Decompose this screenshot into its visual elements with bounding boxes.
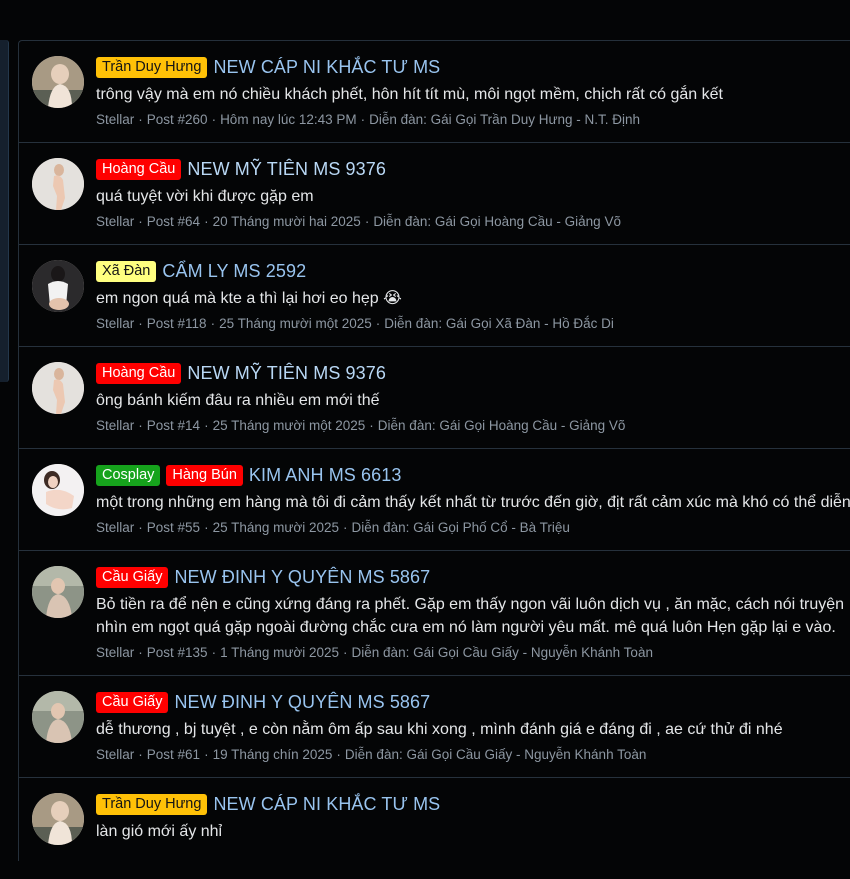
post-snippet: ông bánh kiếm đâu ra nhiều em mới thế: [96, 392, 380, 409]
thread-title-link[interactable]: NEW CÁP NI KHẮC TƯ MS: [213, 57, 440, 78]
prefix-badge[interactable]: Hoàng Cầu: [96, 158, 182, 180]
list-item: Trần Duy Hưng NEW CÁP NI KHẮC TƯ MS làn …: [19, 778, 850, 879]
post-meta: Stellar · Post #135 · 1 Tháng mười 2025 · Diễn…: [96, 645, 653, 660]
avatar[interactable]: [32, 793, 84, 845]
post-snippet: một trong những em hàng mà tôi đi cảm th…: [96, 494, 850, 511]
avatar[interactable]: [32, 464, 84, 516]
post-snippet: làn gió mới ấy nhỉ: [96, 823, 223, 840]
post-date: 25 Tháng mười một 2025: [219, 316, 372, 331]
post-date: 1 Tháng mười 2025: [220, 645, 340, 660]
thread-title-link[interactable]: NEW MỸ TIÊN MS 9376: [187, 363, 386, 384]
author-link[interactable]: Stellar: [96, 418, 134, 433]
avatar[interactable]: [32, 362, 84, 414]
author-link[interactable]: Stellar: [96, 520, 134, 535]
post-meta: Stellar · Post #118 · 25 Tháng mười một 2025…: [96, 316, 614, 331]
post-number-link[interactable]: Post #118: [147, 316, 207, 331]
post-number-link[interactable]: Post #64: [147, 214, 200, 229]
author-link[interactable]: Stellar: [96, 645, 134, 660]
avatar[interactable]: [32, 691, 84, 743]
author-link[interactable]: Stellar: [96, 747, 134, 762]
prefix-badge[interactable]: Xã Đàn: [96, 260, 157, 282]
forum-link[interactable]: Diễn đàn: Gái Gọi Hoàng Cầu - Giảng Võ: [378, 418, 626, 433]
post-number-link[interactable]: Post #55: [147, 520, 200, 535]
prefix-badge[interactable]: Hàng Bún: [166, 464, 243, 486]
post-meta: Stellar · Post #64 · 20 Tháng mười hai 2025 ·…: [96, 214, 621, 229]
list-item: Xã Đàn CẨM LY MS 2592 em ngon quá mà kte…: [19, 245, 850, 347]
thread-title-link[interactable]: NEW ĐINH Y QUYÊN MS 5867: [174, 692, 430, 713]
prefix-badge[interactable]: Cosplay: [96, 464, 161, 486]
post-date: Hôm nay lúc 12:43 PM: [220, 112, 357, 127]
forum-link[interactable]: Diễn đàn: Gái Gọi Cầu Giấy - Nguyễn Khán…: [345, 747, 646, 762]
post-snippet: quá tuyệt vời khi được gặp em: [96, 188, 314, 205]
post-snippet: Bỏ tiền ra để nện e cũng xứng đáng ra ph…: [96, 596, 845, 613]
post-snippet: nhìn em ngọt quá gặp ngoài đường chắc cư…: [96, 619, 836, 636]
thread-title-link[interactable]: NEW ĐINH Y QUYÊN MS 5867: [174, 567, 430, 588]
forum-link[interactable]: Diễn đàn: Gái Gọi Phố Cổ - Bà Triệu: [352, 520, 570, 535]
thread-title-link[interactable]: NEW MỸ TIÊN MS 9376: [187, 159, 386, 180]
author-link[interactable]: Stellar: [96, 112, 134, 127]
post-date: 25 Tháng mười một 2025: [212, 418, 366, 433]
post-date: 20 Tháng mười hai 2025: [212, 214, 361, 229]
forum-link[interactable]: Diễn đàn: Gái Gọi Cầu Giấy - Nguyễn Khán…: [352, 645, 653, 660]
avatar[interactable]: [32, 566, 84, 618]
list-item: Hoàng Cầu NEW MỸ TIÊN MS 9376 quá tuyệt …: [19, 143, 850, 245]
post-number-link[interactable]: Post #61: [147, 747, 200, 762]
post-number-link[interactable]: Post #14: [147, 418, 200, 433]
forum-link[interactable]: Diễn đàn: Gái Gọi Hoàng Cầu - Giảng Võ: [373, 214, 621, 229]
search-results-list: Trần Duy Hưng NEW CÁP NI KHẮC TƯ MS trôn…: [18, 40, 850, 861]
forum-link[interactable]: Diễn đàn: Gái Gọi Xã Đàn - Hồ Đắc Di: [384, 316, 614, 331]
thread-title-link[interactable]: NEW CÁP NI KHẮC TƯ MS: [213, 794, 440, 815]
list-item: Cầu Giấy NEW ĐINH Y QUYÊN MS 5867 Bỏ tiề…: [19, 551, 850, 676]
post-meta: Stellar · Post #14 · 25 Tháng mười một 2025 ·…: [96, 418, 626, 433]
avatar[interactable]: [32, 158, 84, 210]
list-item: Cầu Giấy NEW ĐINH Y QUYÊN MS 5867 dễ thư…: [19, 676, 850, 778]
prefix-badge[interactable]: Trần Duy Hưng: [96, 793, 208, 815]
post-snippet: trông vậy mà em nó chiều khách phết, hôn…: [96, 86, 723, 103]
author-link[interactable]: Stellar: [96, 316, 134, 331]
post-snippet: em ngon quá mà kte a thì lại hơi eo hẹp …: [96, 290, 402, 307]
post-number-link[interactable]: Post #260: [147, 112, 208, 127]
sidebar-edge: [0, 40, 9, 382]
prefix-badge[interactable]: Cầu Giấy: [96, 566, 169, 588]
post-meta: Stellar · Post #61 · 19 Tháng chín 2025 · Diễn…: [96, 747, 647, 762]
forum-link[interactable]: Diễn đàn: Gái Gọi Trần Duy Hưng - N.T. Đ…: [369, 112, 640, 127]
author-link[interactable]: Stellar: [96, 214, 134, 229]
avatar[interactable]: [32, 56, 84, 108]
list-item: Trần Duy Hưng NEW CÁP NI KHẮC TƯ MS trôn…: [19, 41, 850, 143]
post-date: 25 Tháng mười 2025: [212, 520, 340, 535]
list-item: Cosplay Hàng Bún KIM ANH MS 6613 một tro…: [19, 449, 850, 551]
list-item: Hoàng Cầu NEW MỸ TIÊN MS 9376 ông bánh k…: [19, 347, 850, 449]
post-meta: Stellar · Post #260 · Hôm nay lúc 12:43 PM · D…: [96, 112, 641, 127]
thread-title-link[interactable]: KIM ANH MS 6613: [249, 465, 402, 486]
post-date: 19 Tháng chín 2025: [212, 747, 333, 762]
post-meta: Stellar · Post #55 · 25 Tháng mười 2025 · Diễn…: [96, 520, 570, 535]
post-snippet: dễ thương , bj tuyệt , e còn nằm ôm ấp s…: [96, 721, 783, 738]
prefix-badge[interactable]: Trần Duy Hưng: [96, 56, 208, 78]
thread-title-link[interactable]: CẨM LY MS 2592: [162, 261, 306, 282]
prefix-badge[interactable]: Hoàng Cầu: [96, 362, 182, 384]
avatar[interactable]: [32, 260, 84, 312]
prefix-badge[interactable]: Cầu Giấy: [96, 691, 169, 713]
post-number-link[interactable]: Post #135: [147, 645, 208, 660]
